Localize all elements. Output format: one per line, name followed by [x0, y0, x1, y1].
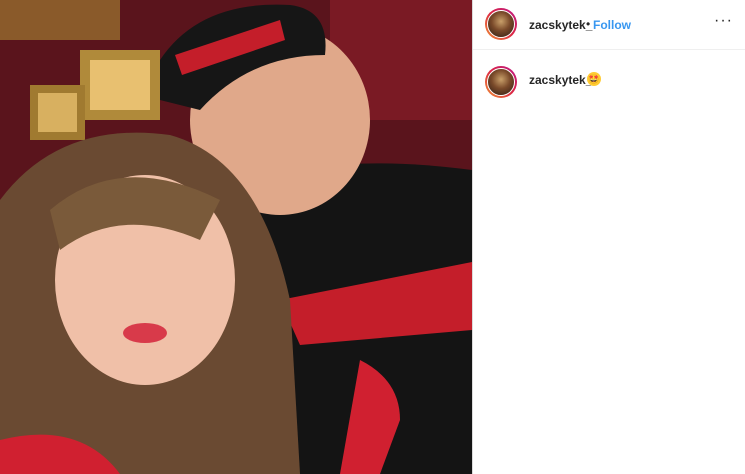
post-photo-art	[0, 0, 472, 474]
star-struck-emoji-icon: 🤩	[587, 72, 601, 86]
caption-username[interactable]: zacskytek_	[529, 73, 592, 87]
post-side-panel: zacskytek_ • Follow ··· zacskytek_ 🤩	[473, 0, 745, 474]
author-username[interactable]: zacskytek_	[529, 18, 592, 32]
separator-dot: •	[586, 17, 591, 31]
more-options-icon[interactable]: ···	[714, 12, 733, 30]
caption-avatar[interactable]	[485, 66, 517, 98]
post-photo[interactable]	[0, 0, 472, 474]
author-avatar[interactable]	[485, 8, 517, 40]
post-header: zacskytek_ • Follow ···	[473, 0, 745, 50]
follow-button[interactable]: Follow	[593, 18, 631, 32]
